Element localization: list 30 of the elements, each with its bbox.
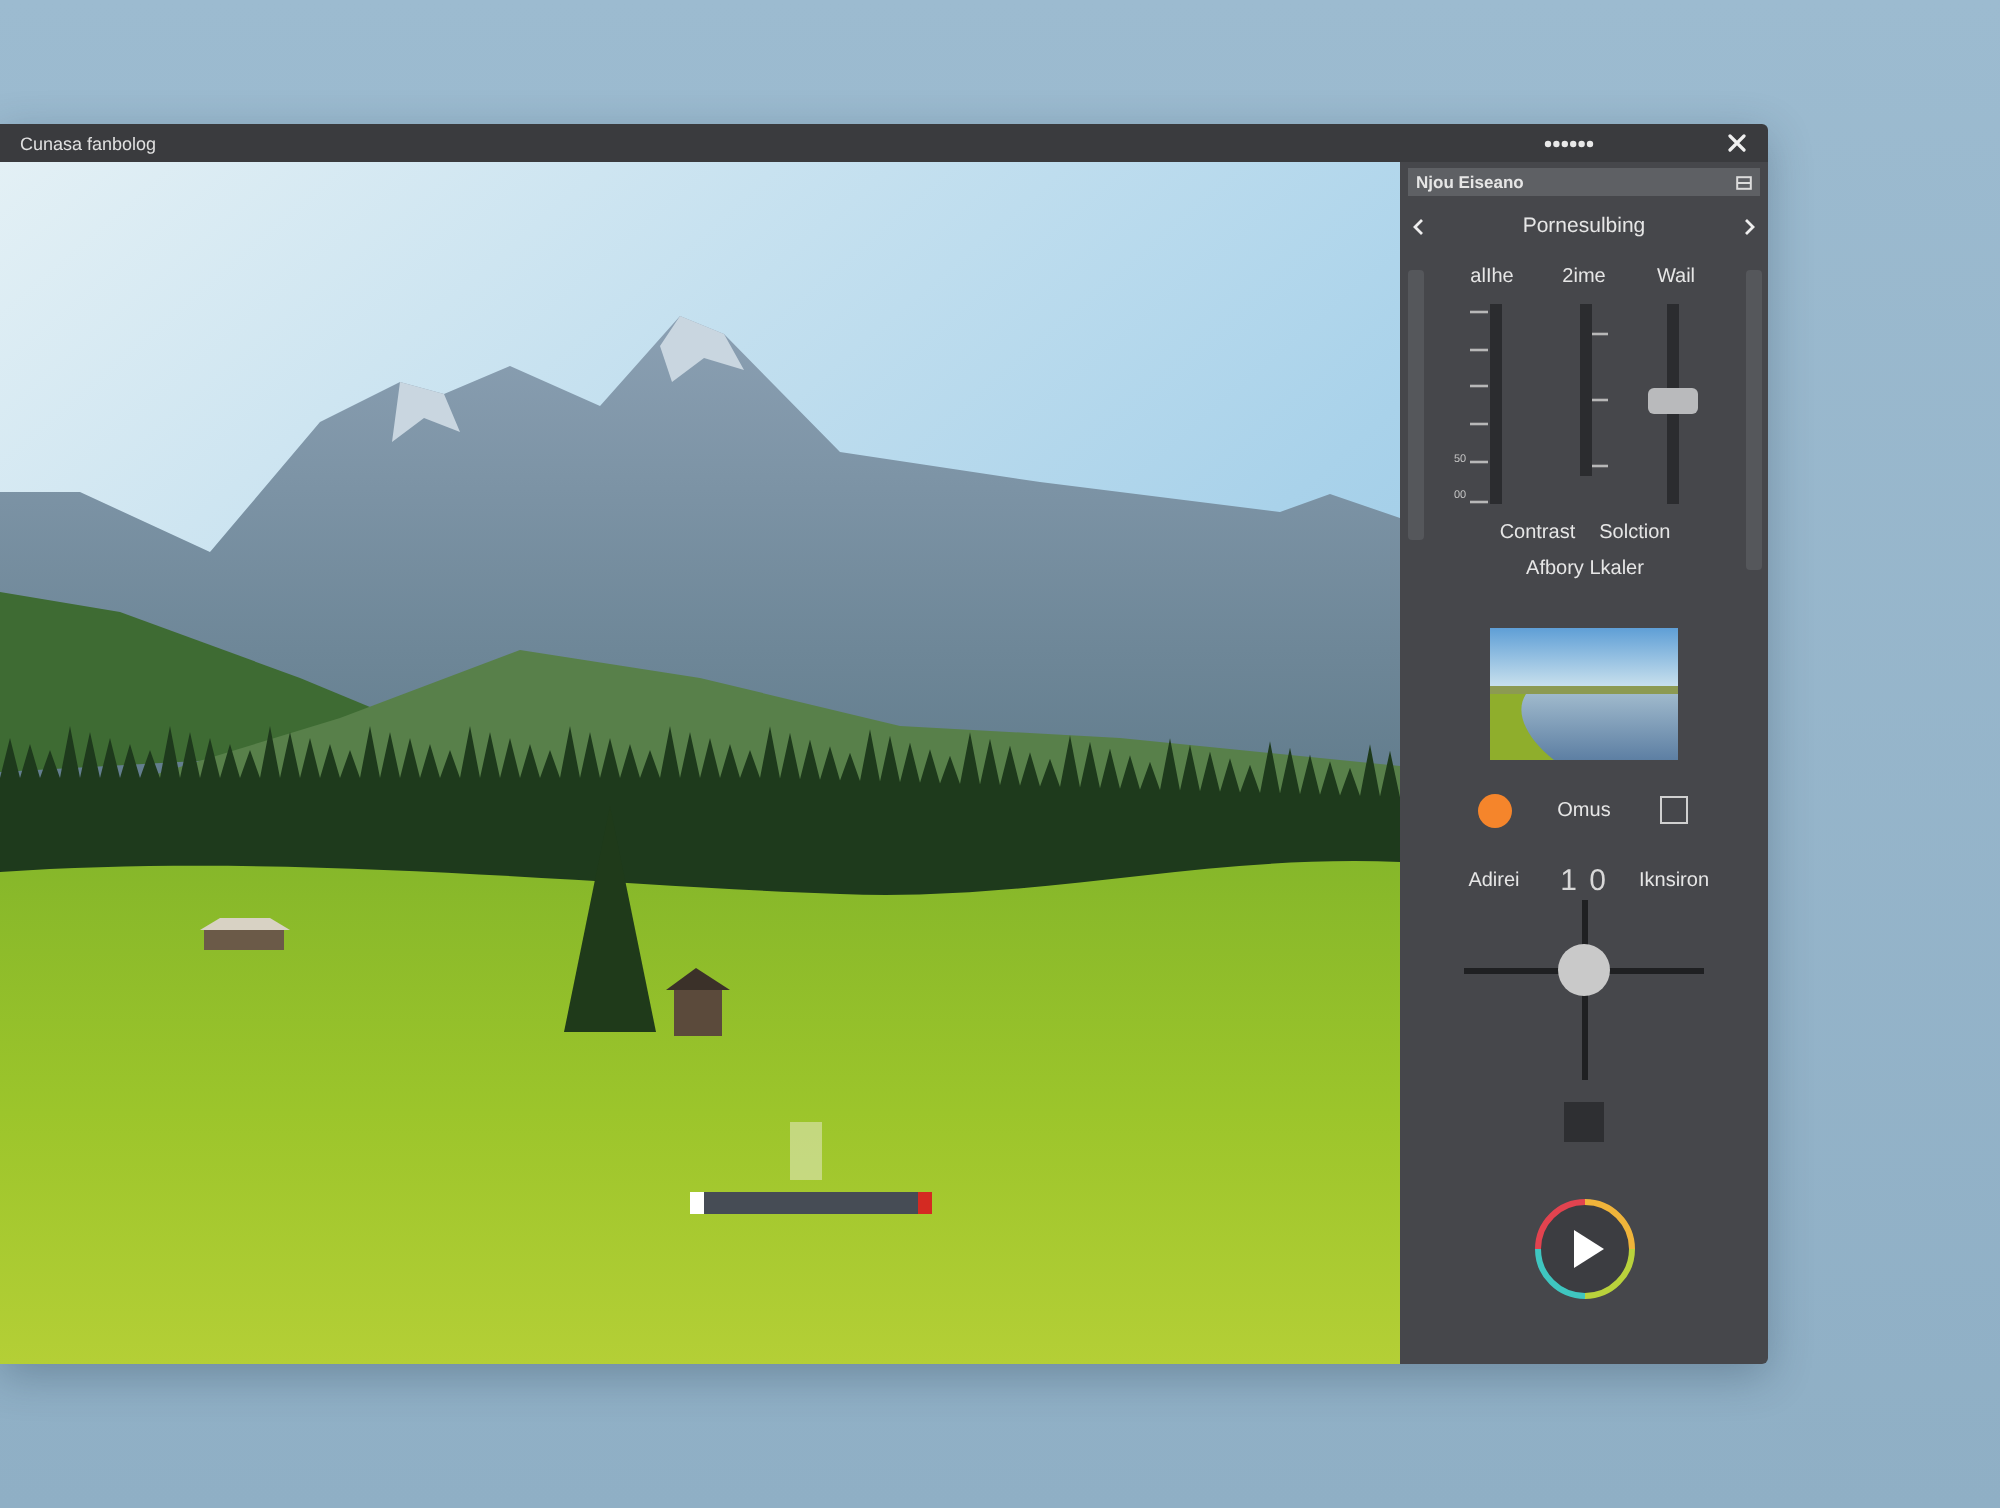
subcaption-label: Afbory Lkaler (1526, 558, 1644, 580)
panel-header-title: Njou Eiseano (1416, 172, 1524, 192)
progress-track[interactable] (690, 1192, 932, 1214)
marker-icon (790, 1122, 822, 1180)
window-title: Cunasa fanbolog (20, 133, 157, 153)
checkbox[interactable] (1660, 796, 1688, 824)
end-marker-icon (918, 1192, 932, 1214)
panel-icon[interactable] (1736, 175, 1752, 189)
joystick-handle[interactable] (1558, 944, 1610, 996)
grip-icon[interactable] (1544, 139, 1594, 147)
close-icon[interactable] (1728, 134, 1746, 152)
slider-label: Wail (1656, 266, 1696, 290)
caption-label: Solction (1599, 522, 1671, 546)
slider-thumb[interactable] (1648, 387, 1698, 413)
chevron-left-icon[interactable] (1412, 217, 1424, 235)
play-button[interactable] (1533, 1198, 1635, 1300)
play-icon (1533, 1198, 1635, 1300)
panel-title: Pornesulbing (1522, 214, 1646, 238)
slider-label: 2ime (1562, 266, 1606, 290)
slider-track[interactable] (1490, 304, 1502, 504)
chevron-right-icon[interactable] (1743, 217, 1756, 235)
slider-track[interactable] (1580, 304, 1592, 476)
joystick-pad[interactable] (1464, 900, 1704, 1080)
adjust-label: Iknsiron (1638, 870, 1709, 892)
caption-label: Contrast (1499, 522, 1576, 546)
slider-label: alIhe (1470, 266, 1514, 290)
adjust-label: Adirei (1468, 870, 1520, 892)
status-dot-icon (1477, 793, 1511, 827)
value-text: 1 0 (1560, 864, 1608, 898)
option-label: Omus (1557, 799, 1611, 821)
